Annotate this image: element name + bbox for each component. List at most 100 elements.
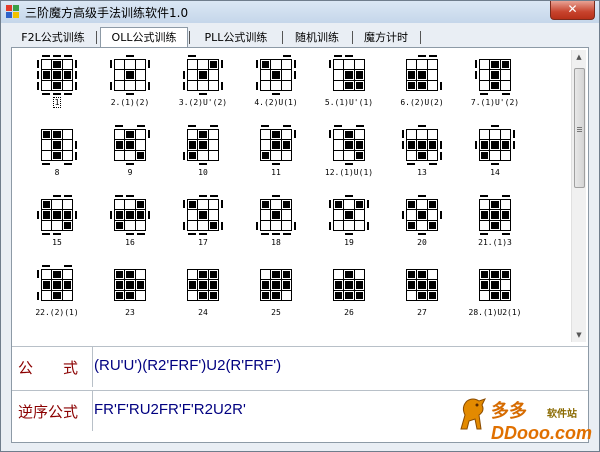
oll-case[interactable]: 5.(1)U'(1) (318, 52, 380, 118)
oll-case[interactable]: 13 (391, 122, 453, 188)
vertical-scrollbar[interactable]: ▲ ▼ (571, 50, 586, 342)
sticker (62, 270, 72, 280)
sticker (52, 290, 62, 300)
cube-diagram-icon (183, 265, 223, 305)
oll-case[interactable]: 18 (245, 192, 307, 258)
oll-case[interactable]: 27 (391, 262, 453, 328)
sticker (344, 150, 354, 160)
scroll-thumb[interactable] (574, 68, 585, 188)
sticker (52, 220, 62, 230)
sticker (271, 150, 281, 160)
side-sticker (502, 233, 510, 235)
sticker (500, 70, 510, 80)
sticker (42, 200, 52, 210)
oll-case[interactable]: 6.(2)U(2) (391, 52, 453, 118)
tab-timer[interactable]: 魔方计时 (355, 29, 417, 46)
side-sticker (110, 211, 112, 219)
formula-label: 公 式 (18, 357, 86, 378)
oll-case[interactable]: 4.(2)U(1) (245, 52, 307, 118)
scroll-down-arrow[interactable]: ▼ (572, 328, 586, 342)
cube-diagram-icon (402, 125, 442, 165)
oll-case[interactable]: 11 (245, 122, 307, 188)
sticker (125, 140, 135, 150)
tab-pll[interactable]: PLL公式训练 (193, 29, 279, 46)
sticker (115, 210, 125, 220)
oll-case[interactable]: 21.(1)3 (464, 192, 526, 258)
sticker (407, 200, 417, 210)
oll-case-label: 8 (26, 168, 88, 177)
side-sticker (402, 211, 404, 219)
side-sticker (37, 292, 39, 300)
oll-case-label: 4.(2)U(1) (245, 98, 307, 107)
oll-case[interactable]: 25 (245, 262, 307, 328)
oll-case[interactable]: 24 (172, 262, 234, 328)
oll-case-label-text: 27 (417, 308, 427, 317)
reverse-formula-label: 逆序公式 (18, 403, 79, 421)
sticker (125, 270, 135, 280)
oll-case[interactable]: 12.(1)U(1) (318, 122, 380, 188)
oll-case[interactable]: 9 (99, 122, 161, 188)
sticker (427, 150, 437, 160)
cube-diagram-icon (37, 265, 77, 305)
oll-case-label: 27 (391, 308, 453, 317)
oll-case-label: 13 (391, 168, 453, 177)
sticker (271, 60, 281, 70)
oll-case[interactable]: 15 (26, 192, 88, 258)
sticker (417, 270, 427, 280)
formula-value[interactable]: (RU'U')(R2'FRF')U2(R'FRF') (94, 357, 281, 374)
oll-case[interactable]: 3.(2)U'(2) (172, 52, 234, 118)
oll-case[interactable]: 17 (172, 192, 234, 258)
sticker (354, 80, 364, 90)
sticker (52, 80, 62, 90)
watermark-domain: DDooo.com (491, 423, 592, 443)
sticker (480, 270, 490, 280)
oll-case[interactable]: 20 (391, 192, 453, 258)
side-sticker (272, 195, 280, 197)
oll-case-label-text: 6.(2)U(2) (400, 98, 444, 107)
oll-case[interactable]: 16 (99, 192, 161, 258)
cube-top-face (260, 269, 292, 301)
scroll-up-arrow[interactable]: ▲ (572, 50, 586, 64)
oll-case[interactable]: 28.(1)U2(1) (464, 262, 526, 328)
sticker (417, 80, 427, 90)
close-button[interactable]: ✕ (550, 1, 595, 20)
sticker (42, 290, 52, 300)
sticker (115, 220, 125, 230)
sticker (115, 140, 125, 150)
oll-case[interactable]: 2.(1)(2) (99, 52, 161, 118)
oll-case[interactable]: 23 (99, 262, 161, 328)
side-sticker (53, 195, 61, 197)
sticker (208, 80, 218, 90)
cube-top-face (187, 59, 219, 91)
side-sticker (440, 211, 442, 219)
reverse-formula-value[interactable]: FR'F'RU2FR'F'R2U2R' (94, 401, 246, 418)
sticker (344, 70, 354, 80)
sticker (62, 130, 72, 140)
tab-bar: F2L公式训练 OLL公式训练 PLL公式训练 随机训练 魔方计时 (9, 27, 593, 48)
sticker (52, 60, 62, 70)
oll-case[interactable]: 1 (26, 52, 88, 118)
oll-case[interactable]: 10 (172, 122, 234, 188)
oll-case[interactable]: 7.(1)U'(2) (464, 52, 526, 118)
sticker (261, 130, 271, 140)
tab-f2l[interactable]: F2L公式训练 (13, 29, 93, 46)
sticker (188, 270, 198, 280)
sticker (334, 220, 344, 230)
oll-case[interactable]: 22.(2)(1) (26, 262, 88, 328)
cube-diagram-icon (256, 265, 296, 305)
oll-case[interactable]: 8 (26, 122, 88, 188)
tab-random[interactable]: 随机训练 (285, 29, 349, 46)
sticker (490, 220, 500, 230)
title-bar[interactable]: 三阶魔方高级手法训练软件1.0 ✕ (1, 1, 599, 23)
sticker (188, 150, 198, 160)
sticker (42, 70, 52, 80)
oll-case[interactable]: 26 (318, 262, 380, 328)
tab-oll[interactable]: OLL公式训练 (100, 27, 188, 48)
oll-case-label-text: 16 (125, 238, 135, 247)
oll-case[interactable]: 19 (318, 192, 380, 258)
oll-case-label: 14 (464, 168, 526, 177)
sticker (480, 220, 490, 230)
sticker (281, 220, 291, 230)
oll-case[interactable]: 14 (464, 122, 526, 188)
side-sticker (440, 141, 442, 149)
